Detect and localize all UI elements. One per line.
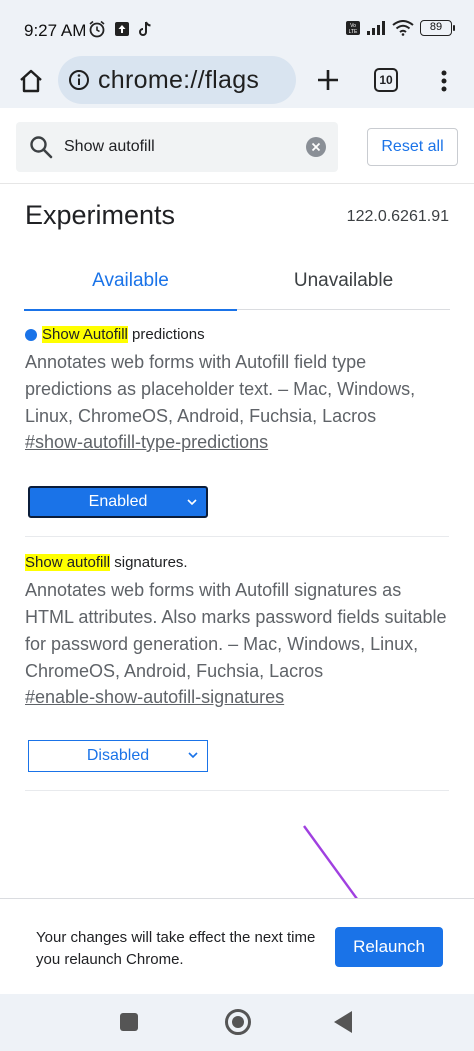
experiment-title-rest: predictions xyxy=(127,326,205,343)
battery-icon: 89 xyxy=(420,20,455,36)
search-query[interactable]: Show autofill xyxy=(64,138,155,156)
new-tab-button[interactable] xyxy=(312,64,344,96)
browser-toolbar: chrome://flags 10 xyxy=(0,56,474,108)
address-bar[interactable]: chrome://flags xyxy=(58,56,296,104)
svg-text:LTE: LTE xyxy=(349,29,358,35)
chevron-down-icon xyxy=(188,752,198,759)
experiment-title-rest: signatures. xyxy=(110,554,188,571)
home-circle-inner xyxy=(232,1016,244,1028)
flags-search-row: Show autofill Reset all xyxy=(0,108,474,184)
experiment-description: Annotates web forms with Autofill signat… xyxy=(25,580,447,681)
experiment-permalink[interactable]: #enable-show-autofill-signatures xyxy=(25,687,449,708)
tiktok-icon xyxy=(139,21,151,36)
status-icons-right: Vo LTE 89 xyxy=(346,20,455,36)
back-icon[interactable] xyxy=(334,1011,352,1033)
url-text[interactable]: chrome://flags xyxy=(98,66,259,95)
tab-available[interactable]: Available xyxy=(24,258,237,311)
experiment-state-select[interactable]: Disabled xyxy=(28,740,208,772)
wifi-icon xyxy=(392,20,414,36)
tab-unavailable[interactable]: Unavailable xyxy=(237,258,450,310)
experiment-title: Show autofill signatures. xyxy=(25,554,449,571)
divider xyxy=(25,536,449,537)
signal-icon xyxy=(367,21,385,35)
close-icon xyxy=(311,142,321,152)
home-circle-icon[interactable] xyxy=(225,1009,251,1035)
home-button[interactable] xyxy=(14,64,48,98)
experiment-show-autofill-predictions: Show Autofill predictions Annotates web … xyxy=(25,326,449,453)
home-icon xyxy=(20,69,42,93)
info-icon[interactable] xyxy=(68,69,90,91)
status-bar: 9:27 AM Vo LTE 89 xyxy=(0,0,474,56)
modified-indicator-icon xyxy=(25,328,37,341)
select-value: Disabled xyxy=(86,747,150,764)
experiment-show-autofill-signatures: Show autofill signatures. Annotates web … xyxy=(25,554,449,708)
relaunch-message: Your changes will take effect the next t… xyxy=(36,929,316,968)
status-icons-left xyxy=(88,20,152,38)
experiment-title-highlight: Show Autofill xyxy=(42,326,128,343)
divider xyxy=(25,790,449,791)
version-label: 122.0.6261.91 xyxy=(346,208,449,225)
volte-icon: VoLTE xyxy=(346,21,360,35)
relaunch-bar: Your changes will take effect the next t… xyxy=(0,898,474,994)
chevron-down-icon xyxy=(187,499,197,506)
reset-all-button[interactable]: Reset all xyxy=(367,128,458,166)
status-time: 9:27 AM xyxy=(24,21,87,40)
recents-icon[interactable] xyxy=(120,1013,138,1031)
clear-search-button[interactable] xyxy=(306,137,326,157)
select-value: Enabled xyxy=(88,493,148,510)
experiment-tabs: Available Unavailable xyxy=(24,258,450,311)
experiment-title: Show Autofill predictions xyxy=(25,326,449,343)
experiment-state-select[interactable]: Enabled xyxy=(28,486,208,518)
system-navigation-bar xyxy=(0,994,474,1051)
experiment-permalink[interactable]: #show-autofill-type-predictions xyxy=(25,432,449,453)
tab-switcher-button[interactable]: 10 xyxy=(374,68,398,92)
experiment-description: Annotates web forms with Autofill field … xyxy=(25,352,416,426)
search-icon xyxy=(30,136,53,159)
menu-button[interactable] xyxy=(432,64,456,98)
relaunch-button[interactable]: Relaunch xyxy=(335,927,443,967)
upload-icon xyxy=(115,22,129,36)
more-vert-icon xyxy=(441,70,447,92)
page-title: Experiments xyxy=(25,200,176,230)
search-input[interactable]: Show autofill xyxy=(16,122,338,172)
alarm-icon xyxy=(89,20,105,38)
experiment-title-highlight: Show autofill xyxy=(25,554,111,571)
plus-icon xyxy=(318,70,338,90)
